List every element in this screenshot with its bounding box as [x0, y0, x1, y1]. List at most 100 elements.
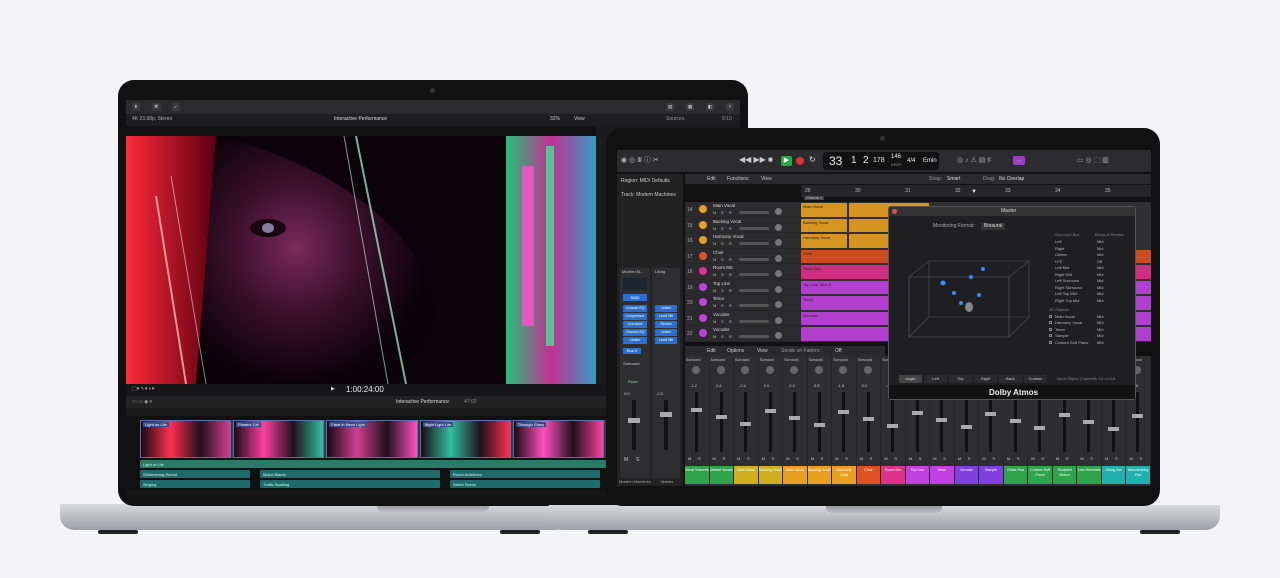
track-record-button[interactable]: R	[729, 210, 732, 215]
strip-fader-cap[interactable]	[838, 410, 850, 414]
surround-channel-mode[interactable]: Mid	[1097, 246, 1103, 251]
channel-solo[interactable]: S	[636, 458, 639, 463]
strip-fader[interactable]	[989, 392, 993, 452]
track-volume-slider[interactable]	[739, 226, 769, 230]
fcp-share-button[interactable]: ⇪	[726, 103, 734, 111]
audio-clip[interactable]: Shimmering Sound	[140, 470, 250, 478]
plugin-slot[interactable]: Limiter	[623, 337, 647, 344]
fcp-key-button[interactable]: ⌘	[152, 103, 161, 111]
track-pan-knob[interactable]	[775, 239, 782, 247]
fcp-timeline-tools[interactable]: ▭ ▭ ◆ ▾	[132, 400, 152, 405]
strip-fader[interactable]	[964, 392, 968, 452]
tracks-edit-menu[interactable]: Edit	[707, 177, 716, 182]
strip-fader[interactable]	[1136, 392, 1140, 452]
plugin-slot[interactable]: Reverb	[655, 321, 677, 328]
surround-channel-mode[interactable]: Mid	[1097, 265, 1103, 270]
object-toggle[interactable]	[1049, 340, 1052, 344]
strip-fader[interactable]	[768, 392, 772, 452]
fcp-layout-button[interactable]: ▤	[666, 103, 675, 111]
strip-fader-cap[interactable]	[960, 425, 972, 429]
mixer-view-menu[interactable]: View	[757, 349, 768, 354]
strip-output[interactable]: Surround	[735, 358, 749, 362]
arrange-region[interactable]: Backing Vocal	[801, 218, 847, 233]
mixer-edit-menu[interactable]: Edit	[707, 349, 716, 354]
track-pan-knob[interactable]	[775, 285, 782, 293]
object-toggle[interactable]	[1049, 321, 1052, 324]
object-sample[interactable]	[981, 267, 985, 271]
object-piano[interactable]	[959, 301, 963, 305]
plugin-slot[interactable]: Compressor	[623, 313, 647, 320]
track-solo-button[interactable]: S	[721, 257, 724, 262]
master-view-tab[interactable]: Right	[974, 375, 997, 383]
mixer-options-menu[interactable]: Options	[727, 349, 744, 354]
track-mute-button[interactable]: M	[713, 210, 716, 215]
channel-fader-cap[interactable]	[628, 418, 640, 423]
object-mode[interactable]: Mid	[1097, 340, 1103, 345]
master-view-tab[interactable]: Back	[999, 375, 1022, 383]
object-mode[interactable]: Mid	[1097, 333, 1103, 338]
channel-eq-display[interactable]	[623, 278, 647, 290]
plugin-slot[interactable]: Console EQ	[623, 305, 647, 312]
surround-channel-mode[interactable]: Off	[1097, 259, 1102, 264]
track-pan-knob[interactable]	[775, 332, 782, 340]
strip-solo-button[interactable]: S	[919, 456, 922, 461]
fcp-view-menu[interactable]: View	[574, 117, 585, 122]
strip-solo-button[interactable]: S	[723, 456, 726, 461]
object-toggle[interactable]	[1049, 314, 1052, 318]
strip-solo-button[interactable]: S	[821, 456, 824, 461]
channel-mode-badge[interactable]: SMD	[623, 294, 647, 301]
strip-pan-knob[interactable]	[839, 366, 848, 374]
track-record-button[interactable]: R	[729, 241, 732, 246]
track-mute-button[interactable]: M	[713, 334, 716, 339]
strip-mute-button[interactable]: M	[786, 456, 789, 461]
strip-fader-cap[interactable]	[813, 423, 825, 427]
arrange-region[interactable]: Main Vocal	[801, 203, 847, 217]
track-header[interactable]: 14 Main Vocal M S R	[685, 202, 801, 217]
track-mute-button[interactable]: M	[713, 257, 716, 262]
strip-mute-button[interactable]: M	[1129, 456, 1132, 461]
strip-mute-button[interactable]: M	[811, 456, 814, 461]
track-record-button[interactable]: R	[729, 272, 732, 277]
track-volume-slider[interactable]	[739, 319, 769, 323]
strip-mute-button[interactable]: M	[1105, 456, 1108, 461]
strip-solo-button[interactable]: S	[870, 456, 873, 461]
strip-fader[interactable]	[695, 392, 698, 452]
channel-mute[interactable]: M	[624, 458, 628, 463]
strip-output[interactable]: Surround	[833, 358, 847, 362]
logic-window-tools[interactable]: ▭ ◎ ⬚ ▥	[1077, 157, 1109, 164]
object-toggle[interactable]	[1049, 334, 1052, 337]
track-record-button[interactable]: R	[729, 334, 732, 339]
track-record-button[interactable]: R	[729, 257, 732, 262]
track-record-button[interactable]: R	[729, 319, 732, 324]
track-solo-button[interactable]: S	[721, 334, 724, 339]
track-header[interactable]: 20 Tenor M S R	[685, 295, 801, 310]
strip-pan-knob[interactable]	[692, 366, 700, 374]
object-mode[interactable]: Mid	[1097, 314, 1103, 319]
track-mute-button[interactable]: M	[713, 303, 716, 308]
track-header[interactable]: 15 Backing Vocal M S R	[685, 217, 801, 233]
surround-channel-mode[interactable]: Mid	[1097, 285, 1103, 290]
strip-solo-button[interactable]: S	[968, 456, 971, 461]
strip-mute-button[interactable]: M	[982, 456, 985, 461]
fcp-inspector-button[interactable]: ◧	[706, 103, 715, 111]
strip-pan-knob[interactable]	[716, 366, 725, 374]
strip-fader[interactable]	[915, 392, 919, 452]
audio-clip[interactable]: Traffic Bustling	[260, 480, 440, 488]
surround-channel-mode[interactable]: Mid	[1097, 239, 1103, 244]
logic-cycle-button[interactable]: ↻	[809, 156, 816, 164]
object-toggle[interactable]	[1049, 327, 1052, 331]
strip-fader-cap[interactable]	[789, 416, 801, 420]
strip-fader-cap[interactable]	[715, 415, 727, 419]
strip-solo-button[interactable]: S	[796, 456, 799, 461]
monitoring-select[interactable]: Binaural	[981, 223, 1006, 230]
track-header[interactable]: 21 Vocoder M S R	[685, 310, 801, 326]
snap-select[interactable]: Smart	[947, 177, 960, 182]
channel-fader[interactable]	[632, 400, 636, 450]
object-main-vocal[interactable]	[940, 280, 946, 286]
logic-play-button[interactable]: ▶	[781, 156, 792, 166]
track-solo-button[interactable]: S	[721, 210, 724, 215]
logic-count-badge[interactable]: ⋯	[1013, 156, 1025, 165]
track-volume-slider[interactable]	[739, 335, 769, 339]
logic-lcd[interactable]: 33 1 2 178 146 KEEP 4/4 Emin	[823, 152, 939, 170]
strip-fader[interactable]	[719, 392, 723, 452]
